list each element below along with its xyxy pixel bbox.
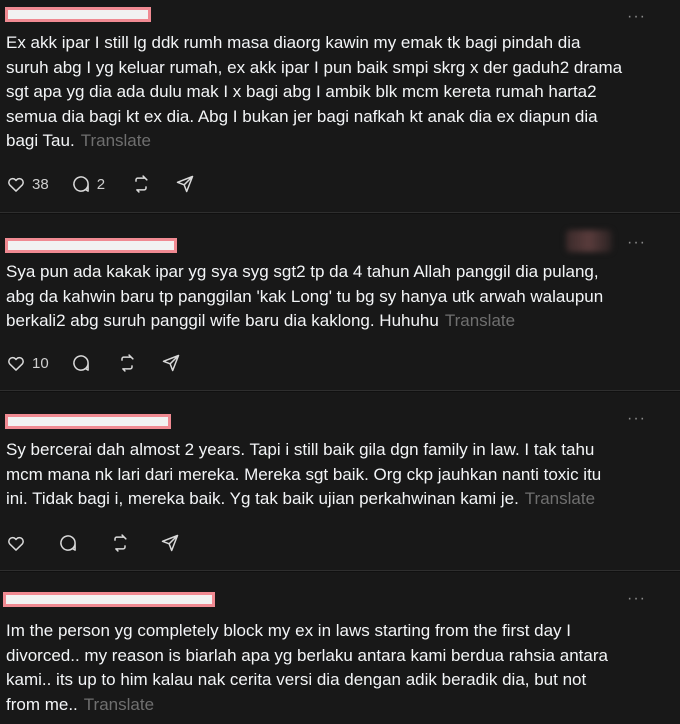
thread-feed: ··· Ex akk ipar I still lg ddk rumh masa… xyxy=(0,0,680,724)
share-button[interactable] xyxy=(175,174,195,194)
send-icon xyxy=(176,175,194,193)
reply-button[interactable] xyxy=(71,353,91,373)
post-2: ··· Sya pun ada kakak ipar yg sya syg sg… xyxy=(0,214,680,391)
repost-icon xyxy=(120,354,134,372)
redacted-username xyxy=(5,7,151,22)
translate-link[interactable]: Translate xyxy=(84,695,154,714)
like-button[interactable] xyxy=(6,533,26,553)
like-button[interactable]: 10 xyxy=(6,353,49,373)
send-icon xyxy=(161,534,179,552)
blurred-timestamp xyxy=(566,230,612,252)
post-1: ··· Ex akk ipar I still lg ddk rumh masa… xyxy=(0,0,680,213)
share-button[interactable] xyxy=(160,533,180,553)
comment-icon xyxy=(72,176,89,192)
post-text: Ex akk ipar I still lg ddk rumh masa dia… xyxy=(6,31,666,154)
repost-icon xyxy=(114,534,127,552)
post-3: ··· Sy bercerai dah almost 2 years. Tapi… xyxy=(0,392,680,571)
like-count: 10 xyxy=(32,354,49,372)
heart-icon xyxy=(8,536,24,551)
comment-icon xyxy=(72,355,89,371)
post-actions: 38 2 xyxy=(6,173,195,195)
post-4: ··· Im the person yg completely block my… xyxy=(0,572,680,724)
repost-button[interactable] xyxy=(117,353,137,373)
post-actions xyxy=(6,532,180,554)
repost-icon xyxy=(135,175,148,193)
more-options-icon[interactable]: ··· xyxy=(627,8,646,26)
more-options-icon[interactable]: ··· xyxy=(627,234,646,252)
more-options-icon[interactable]: ··· xyxy=(627,590,646,608)
repost-button[interactable] xyxy=(110,533,130,553)
post-text: Sy bercerai dah almost 2 years. Tapi i s… xyxy=(6,438,666,512)
reply-button[interactable] xyxy=(58,533,78,553)
post-text: Sya pun ada kakak ipar yg sya syg sgt2 t… xyxy=(6,260,666,334)
translate-link[interactable]: Translate xyxy=(81,131,151,150)
share-button[interactable] xyxy=(161,353,181,373)
redacted-username xyxy=(5,238,177,253)
reply-count: 2 xyxy=(96,175,106,193)
post-text: Im the person yg completely block my ex … xyxy=(6,619,666,717)
reply-button[interactable]: 2 xyxy=(71,174,105,194)
like-button[interactable]: 38 xyxy=(6,174,49,194)
redacted-username xyxy=(5,414,171,429)
send-icon xyxy=(162,354,179,372)
heart-icon xyxy=(8,177,24,192)
translate-link[interactable]: Translate xyxy=(445,311,515,330)
translate-link[interactable]: Translate xyxy=(525,489,595,508)
post-body: Sy bercerai dah almost 2 years. Tapi i s… xyxy=(6,440,602,508)
heart-icon xyxy=(8,356,24,371)
post-actions: 10 xyxy=(6,352,181,374)
redacted-username xyxy=(3,592,215,607)
like-count: 38 xyxy=(32,175,49,193)
more-options-icon[interactable]: ··· xyxy=(627,410,646,428)
repost-button[interactable] xyxy=(131,174,151,194)
comment-icon xyxy=(60,535,76,551)
